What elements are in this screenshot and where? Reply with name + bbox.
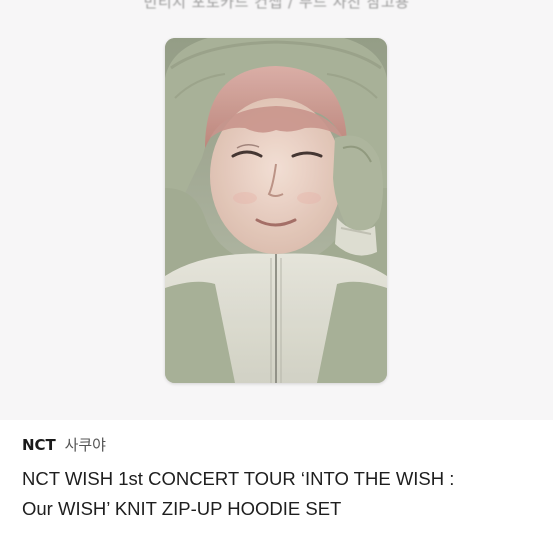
brand-row[interactable]: NCT 사쿠야 (22, 434, 543, 456)
photocard-image[interactable] (165, 38, 387, 383)
product-title-line-1: NCT WISH 1st CONCERT TOUR ‘INTO THE WISH… (22, 468, 455, 489)
top-caption: 빈티지 포토카드 컨셉 / 무드 사진 참고용 (143, 0, 410, 11)
brand-sub-name: 사쿠야 (64, 436, 106, 454)
product-image-area[interactable]: 빈티지 포토카드 컨셉 / 무드 사진 참고용 (0, 0, 553, 420)
product-title-line-2: Our WISH’ KNIT ZIP-UP HOODIE SET (22, 498, 342, 519)
photocard-illustration (165, 38, 387, 383)
brand-name: NCT (22, 436, 56, 454)
product-info: NCT 사쿠야 NCT WISH 1st CONCERT TOUR ‘INTO … (22, 434, 543, 524)
product-title: NCT WISH 1st CONCERT TOUR ‘INTO THE WISH… (22, 464, 543, 524)
